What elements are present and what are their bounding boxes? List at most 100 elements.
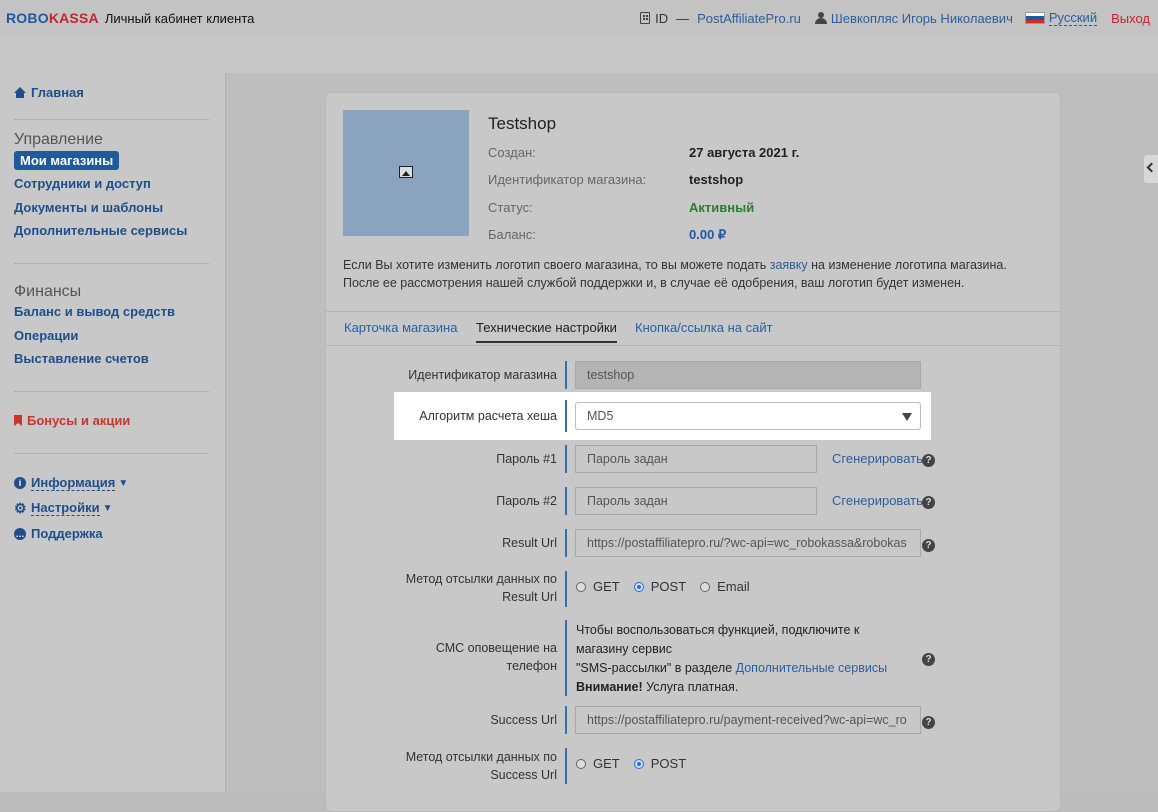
chat-icon: … [14,527,26,540]
sidebar-item-extra-services[interactable]: Дополнительные сервисы [14,223,187,238]
generate-password1-link[interactable]: Сгенерировать [832,451,923,466]
sidebar-divider [14,119,209,120]
shop-id-value: testshop [689,172,744,187]
field-marker [565,487,567,515]
success-url-input[interactable]: https://postaffiliatepro.ru/payment-rece… [575,706,921,734]
top-right-menu: ID — PostAffiliatePro.ru Шевкопляс Игорь… [640,0,1150,36]
tabs-divider [326,311,1060,312]
building-icon [640,12,651,24]
shop-name: Testshop [488,114,557,133]
success-url-label: Success Url [490,713,557,727]
hash-algorithm-label: Алгоритм расчета хеша [419,409,557,423]
result-method-email-radio[interactable] [700,581,711,592]
sidebar-item-info[interactable]: i Информация ▼ [14,475,128,491]
robokassa-logo[interactable]: ROBOKASSA [6,10,99,26]
my-shops-pill: Мои магазины [14,151,120,170]
user-icon [814,12,827,24]
settings-label: Настройки [31,500,100,516]
cabinet-title: Личный кабинет клиента [104,10,255,26]
sidebar-item-documents[interactable]: Документы и шаблоны [14,200,163,215]
tab-button-link[interactable]: Кнопка/ссылка на сайт [635,320,773,335]
result-method-post-radio[interactable] [633,581,644,592]
user-name-link[interactable]: Шевкопляс Игорь Николаевич [831,11,1013,26]
help-icon[interactable]: ? [922,539,935,552]
logout-link[interactable]: Выход [1111,11,1150,26]
sidebar-item-home[interactable]: Главная [14,85,84,100]
generate-password2-link[interactable]: Сгенерировать [832,493,923,508]
sidebar-divider [14,391,209,392]
support-label: Поддержка [31,526,103,541]
hash-algorithm-value: MD5 [587,409,614,423]
sidebar-item-operations[interactable]: Операции [14,328,78,343]
field-marker [565,706,567,734]
language-switch[interactable]: Русский [1048,10,1098,26]
password2-input[interactable]: Пароль задан [575,487,817,515]
sms-text-line1: Чтобы воспользоваться функцией, подключи… [576,623,860,637]
caret-down-icon: ▼ [118,477,129,489]
balance-value: 0.00 ₽ [689,227,727,242]
sms-label: СМС оповещение на телефон [436,639,557,675]
sidebar-item-balance[interactable]: Баланс и вывод средств [14,304,175,319]
sidebar-item-settings[interactable]: ⚙ Настройки ▼ [14,500,113,516]
success-method-label: Метод отсылки данных по Success Url [406,748,557,784]
help-icon[interactable]: ? [922,716,935,729]
success-method-label-line2: Success Url [490,768,557,782]
sms-info-text: Чтобы воспользоваться функцией, подключи… [576,621,906,697]
result-url-input[interactable]: https://postaffiliatepro.ru/?wc-api=wc_r… [575,529,921,557]
status-label: Статус: [488,200,533,215]
sidebar-divider [14,263,209,264]
status-badge: Активный [689,200,755,215]
sidebar-item-my-shops[interactable]: Мои магазины [14,151,120,170]
help-icon[interactable]: ? [922,496,935,509]
collapse-panel-tab[interactable] [1144,155,1158,183]
sidebar-divider [14,453,209,454]
id-label: ID [655,10,669,26]
success-method-get-radio[interactable] [576,758,586,769]
sms-warning: Внимание! [576,680,643,694]
sidebar-home-label: Главная [31,85,84,100]
sidebar-item-invoices[interactable]: Выставление счетов [14,351,149,366]
result-method-get-radio[interactable] [576,581,586,592]
sidebar-item-support[interactable]: … Поддержка [14,526,103,541]
radio-label-get: GET [593,756,620,771]
top-bar: ROBOKASSA Личный кабинет клиента ID — Po… [0,0,1158,36]
balance-label: Баланс: [488,227,536,242]
finance-title: Финансы [14,283,82,300]
sub-bar [0,36,1158,73]
sidebar-item-bonuses[interactable]: Бонусы и акции [14,413,130,428]
hash-algorithm-row: Алгоритм расчета хеша MD5 [394,392,931,440]
field-marker [565,571,567,607]
result-method-label-line2: Result Url [502,590,557,604]
created-label: Создан: [488,145,536,160]
radio-label-get: GET [593,579,620,594]
result-method-radio-group: GET POST Email [576,579,764,594]
info-label: Информация [31,475,116,491]
password1-input[interactable]: Пароль задан [575,445,817,473]
help-icon[interactable]: ? [922,454,935,467]
info-icon: i [14,477,26,489]
dropdown-caret-icon [902,413,912,421]
tab-technical-settings[interactable]: Технические настройки [476,320,617,343]
radio-label-post: POST [650,579,687,594]
help-icon[interactable]: ? [922,653,935,666]
request-link[interactable]: заявку [770,258,808,272]
tabs-divider [326,345,1060,346]
created-value: 27 августа 2021 г. [689,145,800,160]
logo-kassa: KASSA [48,10,99,26]
hash-algorithm-select[interactable]: MD5 [575,402,921,430]
field-marker [565,620,567,696]
extra-services-link[interactable]: Дополнительные сервисы [736,661,887,675]
result-method-label: Метод отсылки данных по Result Url [406,570,557,606]
result-url-label: Result Url [502,536,557,550]
bonuses-label: Бонусы и акции [27,413,131,428]
sms-label-line1: СМС оповещение на [435,641,557,655]
note-text-1: Если Вы хотите изменить логотип своего м… [343,258,770,272]
shop-id-label: Идентификатор магазина: [488,172,647,187]
success-method-post-radio[interactable] [633,758,644,769]
tab-shop-card[interactable]: Карточка магазина [344,320,457,335]
field-marker [565,361,567,389]
shop-link[interactable]: PostAffiliatePro.ru [697,11,801,26]
field-marker [565,529,567,557]
sidebar-item-staff[interactable]: Сотрудники и доступ [14,176,151,191]
image-icon [399,166,413,178]
